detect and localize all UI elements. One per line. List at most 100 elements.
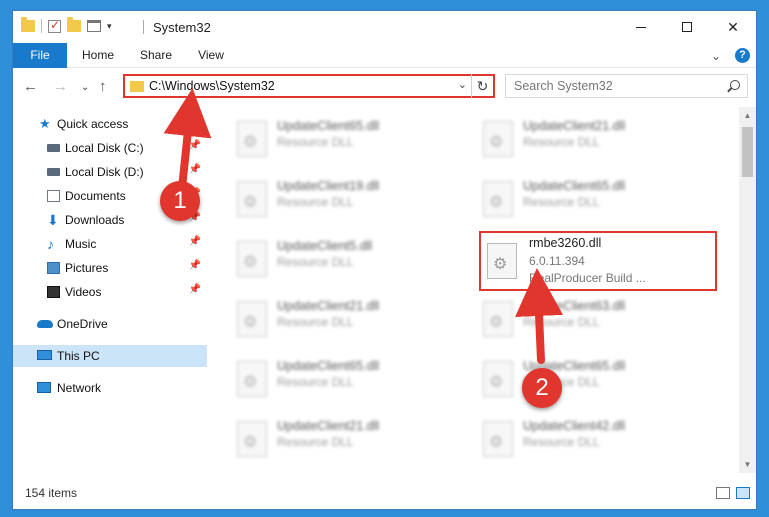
sidebar-item-label: OneDrive xyxy=(57,317,108,331)
customize-toolbar-icon[interactable] xyxy=(87,20,101,32)
file-item[interactable]: UpdateClient63.dll Resource DLL xyxy=(475,295,695,343)
minimize-icon xyxy=(636,26,646,28)
sidebar-item-label: Downloads xyxy=(65,213,125,227)
title-bar: ▾ System32 ✕ xyxy=(13,11,756,43)
pin-icon[interactable]: 📌 xyxy=(189,260,201,271)
window-title: System32 xyxy=(153,20,211,35)
sidebar-item-music[interactable]: ♪ Music 📌 xyxy=(13,233,207,255)
chevron-down-icon[interactable]: ▾ xyxy=(107,21,112,32)
sidebar-item-videos[interactable]: Videos 📌 xyxy=(13,281,207,303)
new-folder-icon[interactable] xyxy=(67,17,81,32)
network-icon xyxy=(37,382,51,393)
view-switcher xyxy=(716,487,750,499)
details-view-icon[interactable] xyxy=(716,487,730,499)
file-description: Resource DLL xyxy=(277,375,354,389)
up-arrow-icon[interactable]: ↑ xyxy=(99,78,107,95)
dll-file-icon xyxy=(237,421,267,457)
maximize-icon xyxy=(682,22,692,32)
sidebar-item-pictures[interactable]: Pictures 📌 xyxy=(13,257,207,279)
vertical-scrollbar[interactable]: ▲ ▼ xyxy=(739,107,756,473)
music-icon: ♪ xyxy=(47,236,54,252)
sidebar-item-local-disk-c[interactable]: Local Disk (C:) 📌 xyxy=(13,137,207,159)
scroll-down-icon[interactable]: ▼ xyxy=(739,456,756,473)
title-divider xyxy=(143,20,144,34)
file-item[interactable]: UpdateClient5.dll Resource DLL xyxy=(229,235,449,283)
pictures-icon xyxy=(47,262,60,274)
expand-ribbon-icon[interactable]: ⌄ xyxy=(711,49,721,63)
item-count: 154 items xyxy=(25,486,78,500)
sidebar-item-this-pc[interactable]: This PC xyxy=(13,345,207,367)
file-version: 6.0.11.394 xyxy=(529,254,585,268)
tab-view[interactable]: View xyxy=(189,43,233,68)
sidebar-item-label: Music xyxy=(65,237,97,251)
scroll-up-icon[interactable]: ▲ xyxy=(739,107,756,124)
file-name: UpdateClient63.dll xyxy=(523,299,626,313)
step-2-badge: 2 xyxy=(522,368,562,408)
sidebar-item-onedrive[interactable]: OneDrive xyxy=(13,313,207,335)
pin-icon[interactable]: 📌 xyxy=(189,284,201,295)
file-name: rmbe3260.dll xyxy=(529,236,602,250)
file-description: Resource DLL xyxy=(277,435,354,449)
sidebar-item-local-disk-d[interactable]: Local Disk (D:) 📌 xyxy=(13,161,207,183)
file-item[interactable]: UpdateClient42.dll Resource DLL xyxy=(475,415,695,463)
file-item[interactable]: UpdateClient19.dll Resource DLL xyxy=(229,175,449,223)
file-description: Resource DLL xyxy=(523,435,600,449)
sidebar-item-network[interactable]: Network xyxy=(13,377,207,399)
back-arrow-icon[interactable]: ← xyxy=(23,78,38,95)
recent-locations-icon[interactable]: ⌄ xyxy=(81,82,89,93)
search-box[interactable]: Search System32 xyxy=(505,74,748,98)
sidebar-item-label: Documents xyxy=(65,189,126,203)
tab-home[interactable]: Home xyxy=(75,43,121,68)
navigation-pane: ★ Quick access Local Disk (C:) 📌 Local D… xyxy=(13,107,207,467)
address-path[interactable]: C:\Windows\System32 xyxy=(149,79,275,93)
downloads-icon: ⬇ xyxy=(47,212,59,228)
sidebar-item-label: Pictures xyxy=(65,261,109,275)
file-item[interactable]: UpdateClient65.dll Resource DLL xyxy=(229,115,449,163)
tab-file[interactable]: File xyxy=(13,43,67,68)
help-icon[interactable]: ? xyxy=(735,48,750,63)
pin-icon[interactable]: 📌 xyxy=(189,164,201,175)
folder-icon xyxy=(130,81,144,92)
file-item-rmbe3260[interactable]: rmbe3260.dll 6.0.11.394 RealProducer Bui… xyxy=(479,231,717,291)
properties-check-icon[interactable] xyxy=(48,18,61,33)
sidebar-item-quick-access[interactable]: ★ Quick access xyxy=(13,113,207,135)
toolbar-divider xyxy=(41,19,42,33)
file-name: UpdateClient19.dll xyxy=(277,179,380,193)
onedrive-icon xyxy=(37,320,53,328)
file-name: UpdateClient42.dll xyxy=(523,419,626,433)
maximize-button[interactable] xyxy=(664,11,710,43)
file-list: UpdateClient65.dll Resource DLL UpdateCl… xyxy=(209,107,739,473)
file-description: Resource DLL xyxy=(523,135,600,149)
close-icon: ✕ xyxy=(727,18,739,35)
large-icons-view-icon[interactable] xyxy=(736,487,750,499)
address-bar[interactable]: C:\Windows\System32 ⌄ ↻ xyxy=(123,74,495,98)
close-button[interactable]: ✕ xyxy=(710,11,756,43)
file-item[interactable]: UpdateClient65.dll Resource DLL xyxy=(475,355,695,403)
file-description: Resource DLL xyxy=(277,255,354,269)
folder-icon[interactable] xyxy=(21,17,35,32)
pin-icon[interactable]: 📌 xyxy=(189,140,201,151)
scrollbar-thumb[interactable] xyxy=(742,127,753,177)
file-name: UpdateClient65.dll xyxy=(277,119,380,133)
dll-file-icon xyxy=(237,181,267,217)
file-item[interactable]: UpdateClient65.dll Resource DLL xyxy=(229,355,449,403)
file-item[interactable]: UpdateClient21.dll Resource DLL xyxy=(229,415,449,463)
file-name: UpdateClient65.dll xyxy=(277,359,380,373)
file-item[interactable]: UpdateClient21.dll Resource DLL xyxy=(229,295,449,343)
tab-share[interactable]: Share xyxy=(131,43,181,68)
explorer-window: ▾ System32 ✕ File Home Share View ⌄ ? ← … xyxy=(12,10,757,510)
pin-icon[interactable]: 📌 xyxy=(189,236,201,247)
ribbon-tabs: File Home Share View ⌄ ? xyxy=(13,43,756,68)
search-input[interactable]: Search System32 xyxy=(514,79,613,93)
chevron-down-icon[interactable]: ⌄ xyxy=(458,78,467,91)
minimize-button[interactable] xyxy=(618,11,664,43)
file-item[interactable]: UpdateClient65.dll Resource DLL xyxy=(475,175,695,223)
videos-icon xyxy=(47,286,60,298)
drive-icon xyxy=(47,168,60,176)
ribbon-right-controls: ⌄ ? xyxy=(711,48,750,63)
sidebar-item-label: Local Disk (D:) xyxy=(65,165,144,179)
file-item[interactable]: UpdateClient21.dll Resource DLL xyxy=(475,115,695,163)
forward-arrow-icon[interactable]: → xyxy=(53,78,68,95)
file-description: Resource DLL xyxy=(277,135,354,149)
refresh-icon[interactable]: ↻ xyxy=(471,74,493,98)
